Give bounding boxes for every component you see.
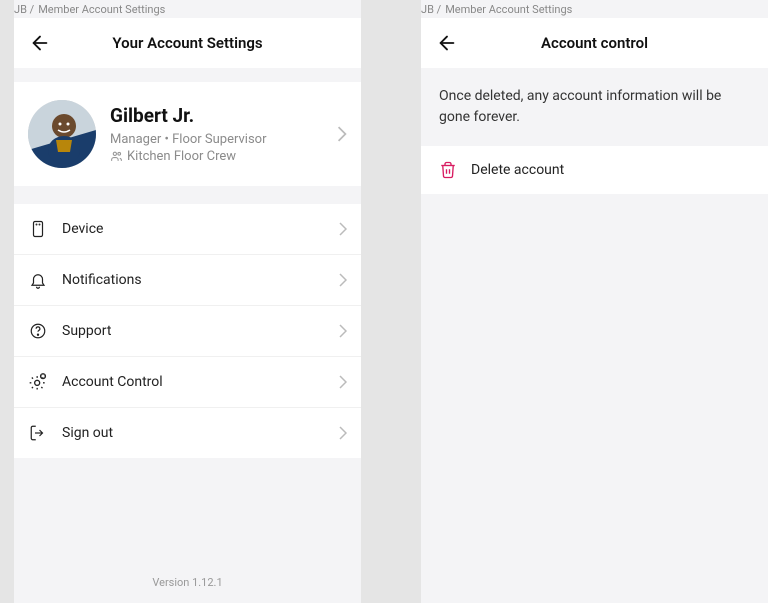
menu-label: Sign out [62, 425, 339, 441]
account-control-panel: JB / Member Account Settings Account con… [421, 0, 768, 603]
menu-label: Support [62, 323, 339, 339]
back-button[interactable] [435, 31, 459, 55]
menu-item-sign-out[interactable]: Sign out [14, 408, 361, 458]
trash-icon [439, 161, 457, 179]
chevron-right-icon [339, 426, 347, 440]
back-button[interactable] [28, 31, 52, 55]
header: Your Account Settings [14, 18, 361, 68]
arrow-left-icon [29, 32, 51, 54]
breadcrumb-page: Member Account Settings [38, 3, 165, 16]
arrow-left-icon [436, 32, 458, 54]
menu-item-device[interactable]: Device [14, 204, 361, 255]
delete-warning-text: Once deleted, any account information wi… [421, 68, 768, 146]
breadcrumb: JB / Member Account Settings [14, 0, 361, 18]
breadcrumb-page: Member Account Settings [445, 3, 572, 16]
profile-team-label: Kitchen Floor Crew [127, 149, 236, 164]
settings-panel: JB / Member Account Settings Your Accoun… [14, 0, 361, 603]
breadcrumb-prefix: JB / [14, 3, 34, 16]
profile-name: Gilbert Jr. [110, 104, 337, 127]
page-title: Account control [421, 34, 768, 52]
help-icon [28, 321, 48, 341]
avatar [28, 100, 96, 168]
header: Account control [421, 18, 768, 68]
breadcrumb-prefix: JB / [421, 3, 441, 16]
profile-role: Manager • Floor Supervisor [110, 131, 337, 149]
menu-item-account-control[interactable]: Account Control [14, 357, 361, 408]
profile-info: Gilbert Jr. Manager • Floor Supervisor K… [110, 104, 337, 164]
menu-label: Account Control [62, 374, 339, 390]
menu-label: Notifications [62, 272, 339, 288]
profile-card[interactable]: Gilbert Jr. Manager • Floor Supervisor K… [14, 82, 361, 186]
chevron-right-icon [339, 324, 347, 338]
page-title: Your Account Settings [14, 34, 361, 52]
delete-account-label: Delete account [471, 162, 564, 178]
bell-icon [28, 270, 48, 290]
chevron-right-icon [339, 273, 347, 287]
sign-out-icon [28, 423, 48, 443]
gear-icon [28, 372, 48, 392]
menu-item-support[interactable]: Support [14, 306, 361, 357]
delete-account-button[interactable]: Delete account [421, 146, 768, 194]
menu-label: Device [62, 221, 339, 237]
menu-list: Device Notifications Support [14, 204, 361, 458]
content: Gilbert Jr. Manager • Floor Supervisor K… [14, 68, 361, 603]
menu-item-notifications[interactable]: Notifications [14, 255, 361, 306]
chevron-right-icon [337, 126, 347, 142]
chevron-right-icon [339, 375, 347, 389]
version-label: Version 1.12.1 [14, 562, 361, 603]
device-icon [28, 219, 48, 239]
breadcrumb: JB / Member Account Settings [421, 0, 768, 18]
content: Once deleted, any account information wi… [421, 68, 768, 603]
profile-team: Kitchen Floor Crew [110, 149, 337, 164]
chevron-right-icon [339, 222, 347, 236]
team-icon [110, 150, 123, 163]
